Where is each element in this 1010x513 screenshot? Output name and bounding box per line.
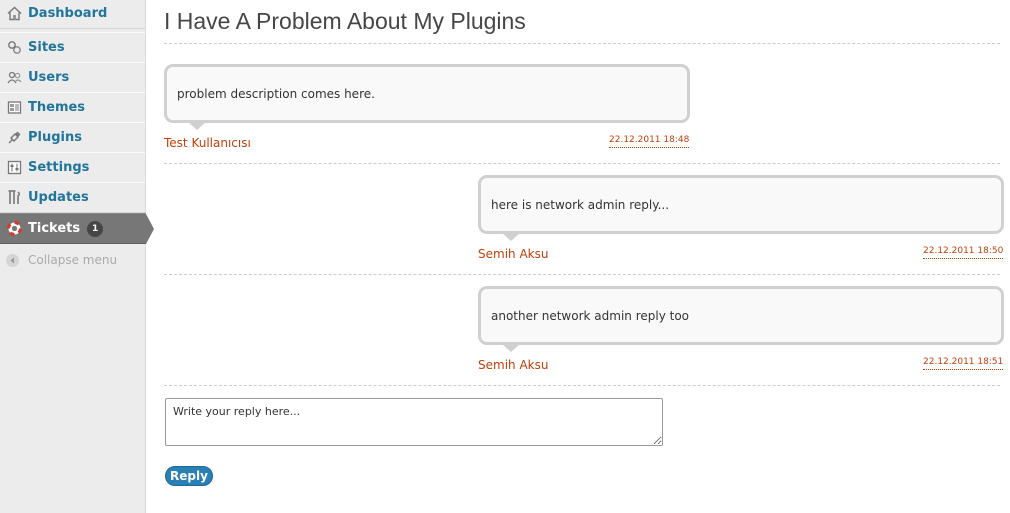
sidebar-item-settings[interactable]: Settings xyxy=(0,152,145,183)
reply-button[interactable]: Reply xyxy=(165,466,213,486)
tickets-icon xyxy=(6,221,22,237)
sidebar-item-label: Sites xyxy=(28,40,65,55)
tickets-count-badge: 1 xyxy=(87,220,104,237)
sidebar-item-label: Settings xyxy=(28,160,90,175)
reply-textarea[interactable] xyxy=(165,398,663,446)
message-author: Test Kullanıcısı xyxy=(164,136,251,150)
updates-icon xyxy=(6,190,22,206)
sidebar-item-label: Updates xyxy=(28,190,89,205)
page-title: I Have A Problem About My Plugins xyxy=(164,8,526,34)
sidebar-item-dashboard[interactable]: Dashboard xyxy=(0,0,145,29)
users-icon xyxy=(6,70,22,86)
message-divider xyxy=(164,274,1000,275)
message-date: 22.12.2011 18:48 xyxy=(609,135,690,148)
message-divider xyxy=(164,385,1000,386)
collapse-menu-button[interactable]: Collapse menu xyxy=(0,250,145,270)
message-divider xyxy=(164,163,1000,164)
sites-icon xyxy=(6,40,22,56)
sidebar-item-label: Dashboard xyxy=(28,6,108,21)
sidebar-item-updates[interactable]: Updates xyxy=(0,182,145,213)
collapse-arrow-icon xyxy=(6,253,19,267)
message-text: problem description comes here. xyxy=(177,87,375,101)
sidebar-item-tickets[interactable]: Tickets 1 xyxy=(0,213,154,244)
settings-icon xyxy=(6,160,22,176)
title-divider xyxy=(164,43,1000,44)
sidebar-item-label: Plugins xyxy=(28,130,82,145)
message-date: 22.12.2011 18:50 xyxy=(923,246,1004,259)
sidebar-item-label: Users xyxy=(28,70,70,85)
plugins-icon xyxy=(6,130,22,146)
message-date: 22.12.2011 18:51 xyxy=(923,357,1004,370)
sidebar-item-sites[interactable]: Sites xyxy=(0,32,145,63)
collapse-menu-label: Collapse menu xyxy=(28,253,118,267)
sidebar-item-users[interactable]: Users xyxy=(0,62,145,93)
message-text: another network admin reply too xyxy=(491,309,690,323)
sidebar-item-label: Themes xyxy=(28,100,86,115)
message-author: Semih Aksu xyxy=(478,247,549,261)
message-bubble: another network admin reply too xyxy=(478,286,1004,345)
themes-icon xyxy=(6,100,22,116)
bubble-tail xyxy=(502,233,520,241)
message-bubble: problem description comes here. xyxy=(164,64,690,123)
bubble-tail xyxy=(188,122,206,130)
admin-sidebar: Dashboard Sites Users Themes Plugins Set… xyxy=(0,0,154,513)
sidebar-item-label: Tickets xyxy=(28,221,81,236)
sidebar-item-themes[interactable]: Themes xyxy=(0,92,145,123)
message-author: Semih Aksu xyxy=(478,358,549,372)
message-text: here is network admin reply... xyxy=(491,198,670,212)
message-bubble: here is network admin reply... xyxy=(478,175,1004,234)
bubble-tail xyxy=(502,344,520,352)
home-icon xyxy=(6,6,22,22)
sidebar-item-plugins[interactable]: Plugins xyxy=(0,122,145,153)
